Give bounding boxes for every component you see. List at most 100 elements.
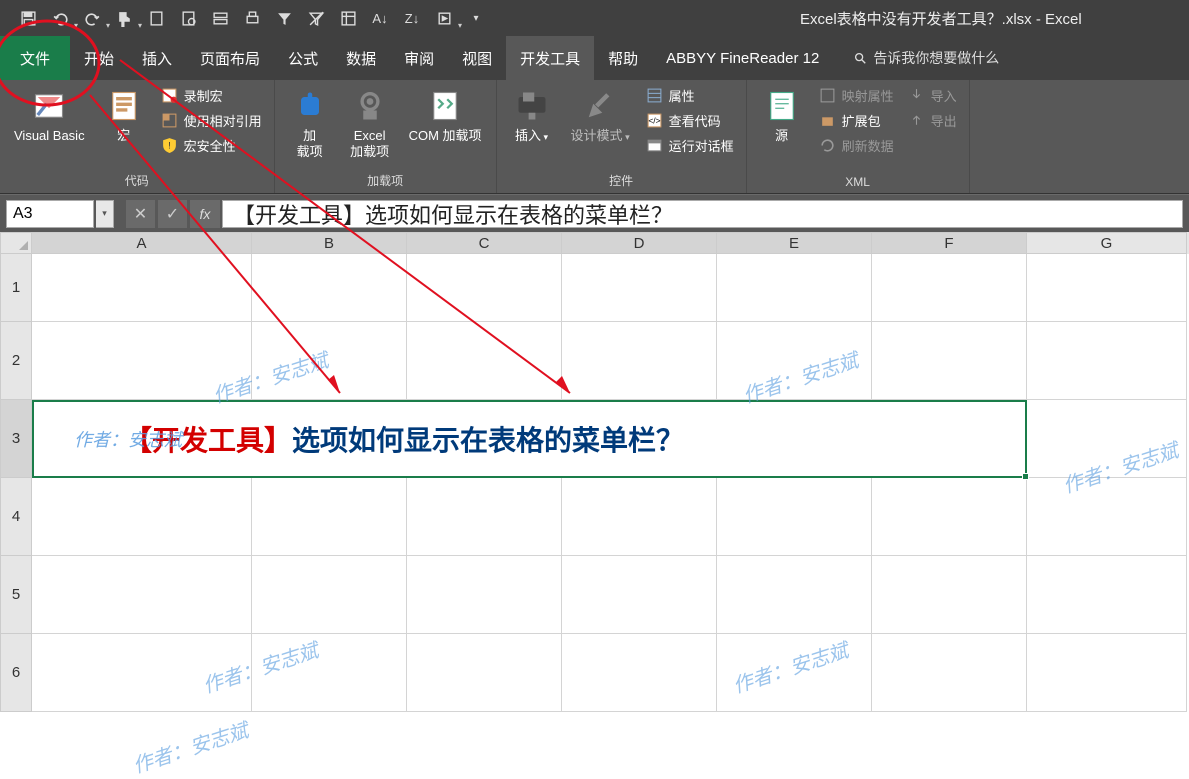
cell[interactable] (407, 634, 562, 712)
excel-addins-button[interactable]: Excel 加载项 (343, 84, 397, 164)
cell[interactable] (562, 322, 717, 400)
accept-formula-button[interactable]: ✓ (158, 200, 188, 228)
select-all-corner[interactable] (0, 232, 32, 254)
row-header-2[interactable]: 2 (0, 322, 32, 400)
cell[interactable] (717, 634, 872, 712)
macros-button[interactable]: 宏 (97, 84, 151, 148)
column-header-e[interactable]: E (717, 232, 872, 254)
cell[interactable] (32, 634, 252, 712)
expansion-pack-button[interactable]: 扩展包 (815, 109, 898, 132)
qat-customize-icon[interactable]: ▾ (462, 4, 490, 32)
macros-qat-icon[interactable]: ▾ (430, 4, 458, 32)
tab-help[interactable]: 帮助 (594, 36, 652, 80)
run-dialog-button[interactable]: 运行对话框 (642, 134, 738, 157)
visual-basic-button[interactable]: Visual Basic (8, 84, 91, 148)
formula-input[interactable]: 【开发工具】选项如何显示在表格的菜单栏？ (222, 200, 1183, 228)
map-properties-button[interactable]: 映射属性 (815, 84, 898, 107)
clear-filter-icon[interactable] (302, 4, 330, 32)
xml-source-button[interactable]: 源 (755, 84, 809, 148)
cell[interactable] (717, 322, 872, 400)
relative-reference-button[interactable]: 使用相对引用 (157, 109, 266, 132)
cell[interactable] (562, 556, 717, 634)
cell[interactable] (407, 322, 562, 400)
cell[interactable] (32, 556, 252, 634)
redo-icon[interactable]: ▾ (78, 4, 106, 32)
cell[interactable] (1027, 634, 1187, 712)
cell[interactable] (252, 478, 407, 556)
row-header-1[interactable]: 1 (0, 254, 32, 322)
refresh-data-button[interactable]: 刷新数据 (815, 134, 898, 157)
name-box-dropdown[interactable]: ▾ (96, 200, 114, 228)
tab-file[interactable]: 文件 (0, 36, 70, 80)
cell[interactable] (562, 634, 717, 712)
tab-review[interactable]: 审阅 (390, 36, 448, 80)
row-header-5[interactable]: 5 (0, 556, 32, 634)
cell[interactable] (562, 478, 717, 556)
record-macro-button[interactable]: 录制宏 (157, 84, 266, 107)
tell-me-search[interactable]: 告诉我你想要做什么 (853, 48, 999, 68)
sort-desc-icon[interactable]: Z↓ (398, 4, 426, 32)
column-header-a[interactable]: A (32, 232, 252, 254)
com-addins-button[interactable]: COM 加载项 (403, 84, 488, 148)
merged-cell-a3f3[interactable]: 作者：安志斌 【开发工具】选项如何显示在表格的菜单栏？ (32, 400, 1027, 478)
design-mode-button[interactable]: 设计模式 ▾ (565, 84, 636, 149)
column-header-d[interactable]: D (562, 232, 717, 254)
cell[interactable] (407, 478, 562, 556)
macro-security-button[interactable]: !宏安全性 (157, 134, 266, 157)
tab-view[interactable]: 视图 (448, 36, 506, 80)
tab-layout[interactable]: 页面布局 (186, 36, 274, 80)
insert-control-button[interactable]: 插入 ▾ (505, 84, 559, 149)
cell[interactable] (717, 556, 872, 634)
cell[interactable] (1027, 400, 1187, 478)
tab-developer[interactable]: 开发工具 (506, 36, 594, 80)
properties-button[interactable]: 属性 (642, 84, 738, 107)
tab-insert[interactable]: 插入 (128, 36, 186, 80)
column-header-f[interactable]: F (872, 232, 1027, 254)
cell[interactable] (1027, 556, 1187, 634)
sort-asc-icon[interactable]: A↓ (366, 4, 394, 32)
cell[interactable] (872, 556, 1027, 634)
tab-abbyy[interactable]: ABBYY FineReader 12 (652, 36, 833, 80)
tab-home[interactable]: 开始 (70, 36, 128, 80)
cell[interactable] (252, 254, 407, 322)
row-header-4[interactable]: 4 (0, 478, 32, 556)
fx-button[interactable]: fx (190, 200, 220, 228)
cancel-formula-button[interactable]: ✕ (126, 200, 156, 228)
freeze-panes-icon[interactable] (334, 4, 362, 32)
column-header-g[interactable]: G (1027, 232, 1187, 254)
new-icon[interactable] (142, 4, 170, 32)
cell[interactable] (562, 254, 717, 322)
cell[interactable] (872, 478, 1027, 556)
cell[interactable] (872, 634, 1027, 712)
print-preview-icon[interactable] (174, 4, 202, 32)
xml-import-button[interactable]: 导入 (904, 84, 961, 107)
xml-export-button[interactable]: 导出 (904, 109, 961, 132)
column-header-c[interactable]: C (407, 232, 562, 254)
save-icon[interactable] (14, 4, 42, 32)
cell[interactable] (1027, 478, 1187, 556)
cell[interactable] (1027, 322, 1187, 400)
addins-button[interactable]: 加 载项 (283, 84, 337, 164)
filter-icon[interactable] (270, 4, 298, 32)
tab-data[interactable]: 数据 (332, 36, 390, 80)
row-header-3[interactable]: 3 (0, 400, 32, 478)
view-code-button[interactable]: </>查看代码 (642, 109, 738, 132)
cell[interactable] (407, 254, 562, 322)
cell[interactable] (32, 322, 252, 400)
cell[interactable] (252, 556, 407, 634)
cell[interactable] (32, 478, 252, 556)
cell[interactable] (252, 634, 407, 712)
undo-icon[interactable]: ▾ (46, 4, 74, 32)
fill-handle[interactable] (1022, 473, 1029, 480)
format-painter-icon[interactable]: ▾ (110, 4, 138, 32)
cell[interactable] (32, 254, 252, 322)
row-header-6[interactable]: 6 (0, 634, 32, 712)
cell[interactable] (717, 478, 872, 556)
quick-print-icon[interactable] (238, 4, 266, 32)
column-header-b[interactable]: B (252, 232, 407, 254)
cell[interactable] (1027, 254, 1187, 322)
name-box[interactable]: A3 (6, 200, 94, 228)
cell[interactable] (872, 254, 1027, 322)
open-icon[interactable] (206, 4, 234, 32)
cell[interactable] (872, 322, 1027, 400)
